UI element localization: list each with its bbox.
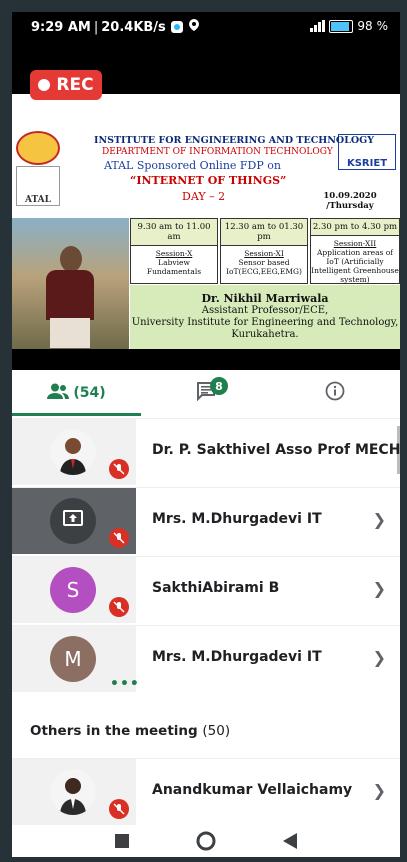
speaker-info: Dr. Nikhil Marriwala Assistant Professor… [130,285,400,349]
shared-slide: ATAL KSRIET INSTITUTE FOR ENGINEERING AN… [12,94,400,349]
participant-row[interactable]: M ••• Mrs. M.Dhurgadevi IT ❯ [12,625,400,692]
tab-info[interactable] [270,370,400,416]
atal-logo: ATAL [16,166,60,206]
present-screen-icon [63,509,83,533]
back-button[interactable] [280,831,300,851]
app-notification-icon [170,21,183,33]
record-dot-icon [38,79,51,91]
mic-off-icon [109,597,129,617]
chevron-right-icon: ❯ [372,781,386,800]
participant-row[interactable]: Mrs. M.Dhurgadevi IT ❯ [12,487,400,554]
session-card: 9.30 am to 11.00 am Session-X Labview Fu… [130,218,218,284]
speaking-indicator-icon: ••• [110,676,140,692]
section-heading: Others in the meeting (50) [30,723,231,739]
slide-department: DEPARTMENT OF INFORMATION TECHNOLOGY [102,147,333,157]
battery-level: 98 [357,19,373,33]
participant-row[interactable]: Anandkumar Vellaichamy ❯ [12,758,400,825]
participant-row[interactable]: Dr. P. Sakthivel Asso Prof MECH (Y... [12,418,400,485]
meeting-details-panel: (54) 8 Dr. P. Sakthivel Asso Prof MECH M… [12,370,400,825]
location-icon [188,19,199,35]
participant-name: Dr. P. Sakthivel Asso Prof MECH (Y... [152,442,400,458]
chevron-right-icon: ❯ [372,510,386,529]
avatar [50,429,96,475]
status-time: 9:29 AM [31,19,91,35]
mic-off-icon [109,528,129,548]
participant-name: Mrs. M.Dhurgadevi IT [152,511,322,527]
mic-off-icon [109,799,129,819]
participant-row[interactable]: S SakthiAbirami B ❯ [12,556,400,623]
participant-name: Mrs. M.Dhurgadevi IT [152,649,322,665]
chevron-right-icon: ❯ [372,648,386,667]
slide-date: 10.09.2020 /Thursday [323,191,377,211]
speaker-figure [46,246,94,349]
slide-day: DAY – 2 [182,190,226,203]
slide-header: ATAL KSRIET INSTITUTE FOR ENGINEERING AN… [12,94,400,212]
status-bar: 9:29 AM | 20.4KB/s 98% [31,19,388,35]
slide-institute: INSTITUTE FOR ENGINEERING AND TECHNOLOGY [94,135,375,146]
tab-people[interactable]: (54) [12,370,141,416]
info-icon [325,381,345,405]
battery-icon [329,19,354,33]
tab-chat[interactable]: 8 [141,370,270,416]
slide-topic: “INTERNET OF THINGS” [130,174,287,187]
session-card: 2.30 pm to 4.30 pm Session-XII Applicati… [310,218,400,284]
recents-button[interactable] [112,831,132,851]
avatar [50,498,96,544]
home-button[interactable] [196,831,216,851]
participant-name: Anandkumar Vellaichamy [152,782,353,798]
session-card: 12.30 am to 01.30 pm Session-XI Sensor b… [220,218,308,284]
recording-indicator: REC [30,70,102,100]
chevron-right-icon: ❯ [372,579,386,598]
slide-program: ATAL Sponsored Online FDP on [104,159,281,172]
tab-bar: (54) 8 [12,370,400,416]
video-area[interactable]: REC ATAL KSRIET INSTITUTE FOR ENGINEERIN… [12,52,400,382]
signal-icon [310,20,326,32]
android-nav-bar [12,825,400,857]
avatar: S [50,567,96,613]
participant-name: SakthiAbirami B [152,580,280,596]
chat-badge: 8 [210,377,228,395]
avatar [50,769,96,815]
mic-off-icon [109,459,129,479]
people-icon [47,383,70,403]
phone-screen: 9:29 AM | 20.4KB/s 98% REC ATAL KSRIET I… [12,12,400,857]
people-count: (54) [73,385,106,401]
avatar: M [50,636,96,682]
network-speed: 20.4KB/s [101,19,166,35]
aicte-logo-icon [16,131,60,165]
